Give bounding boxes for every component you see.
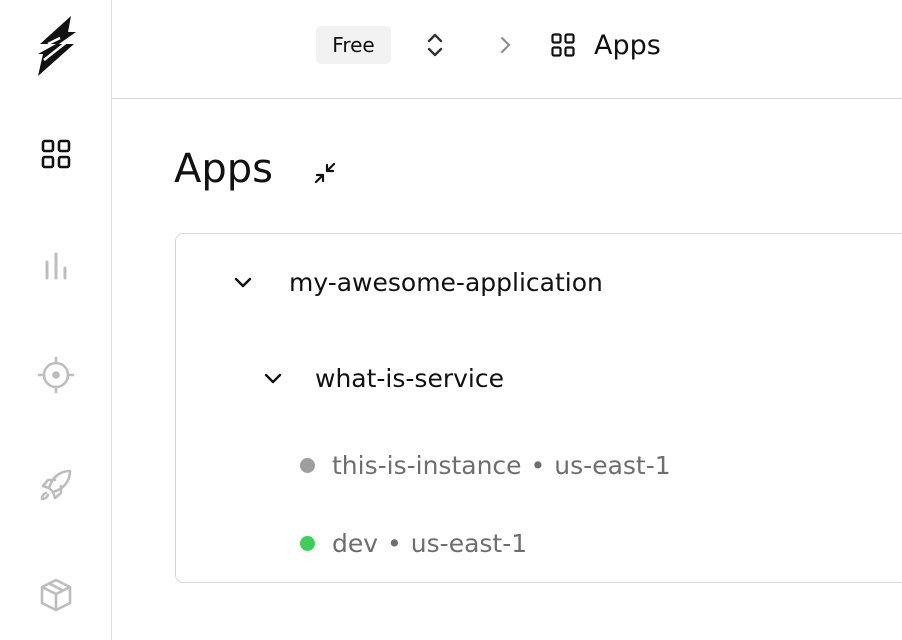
collapse-icon[interactable] — [310, 158, 340, 188]
top-bar: Free Apps — [112, 0, 902, 99]
apps-grid-icon — [550, 32, 576, 58]
apps-tree-card: my-awesome-application what-is-service t… — [175, 233, 902, 583]
bar-chart-icon[interactable] — [35, 244, 77, 286]
chevron-up-down-icon[interactable] — [420, 26, 450, 64]
sidebar — [0, 0, 112, 640]
instance-region: us-east-1 — [554, 450, 671, 480]
instance-label: dev • us-east-1 — [332, 529, 527, 558]
app-name: my-awesome-application — [289, 267, 603, 297]
instance-region: us-east-1 — [410, 528, 528, 558]
status-dot — [300, 535, 315, 551]
breadcrumb-apps[interactable]: Apps — [550, 24, 661, 66]
tree-service-row[interactable]: what-is-service — [261, 363, 504, 393]
breadcrumb-label: Apps — [594, 29, 661, 61]
lightning-logo[interactable] — [34, 14, 80, 78]
instance-separator: • — [387, 528, 402, 558]
service-name: what-is-service — [315, 363, 504, 393]
instance-name: dev — [332, 528, 379, 558]
instance-name: this-is-instance — [332, 450, 522, 480]
chevron-right-icon — [492, 30, 518, 60]
tree-app-row[interactable]: my-awesome-application — [231, 267, 603, 297]
instance-label: this-is-instance • us-east-1 — [332, 451, 671, 480]
page-title: Apps — [174, 146, 273, 192]
plan-badge[interactable]: Free — [316, 26, 391, 64]
status-dot — [300, 457, 315, 473]
package-icon[interactable] — [35, 574, 77, 616]
target-icon[interactable] — [35, 354, 77, 396]
chevron-down-icon[interactable] — [231, 270, 255, 294]
chevron-down-icon[interactable] — [261, 366, 285, 390]
tree-instance-row[interactable]: dev • us-east-1 — [300, 528, 527, 558]
tree-instance-row[interactable]: this-is-instance • us-east-1 — [300, 450, 671, 480]
rocket-icon[interactable] — [35, 464, 77, 506]
instance-separator: • — [530, 450, 546, 480]
apps-grid-icon[interactable] — [35, 133, 77, 175]
